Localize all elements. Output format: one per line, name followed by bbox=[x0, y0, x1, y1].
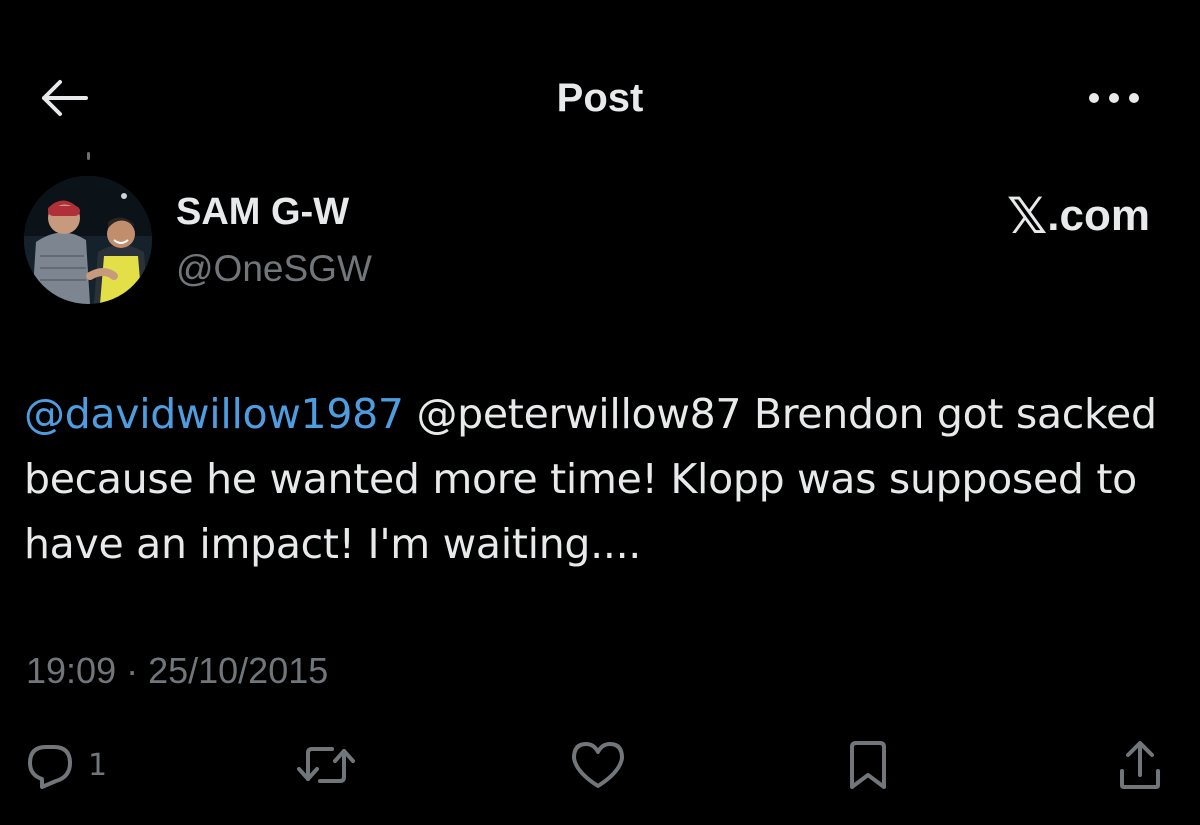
display-name[interactable]: SAM G-W bbox=[176, 188, 349, 236]
repost-button[interactable] bbox=[296, 734, 360, 796]
mention-link[interactable]: @davidwillow1987 bbox=[24, 390, 404, 438]
reply-button[interactable]: 1 bbox=[24, 734, 134, 796]
brand-domain: .com bbox=[1047, 191, 1150, 240]
share-button[interactable] bbox=[1116, 734, 1172, 796]
bookmark-button[interactable] bbox=[846, 734, 898, 796]
mention-text[interactable]: @peterwillow87 bbox=[416, 390, 741, 438]
divider-mark bbox=[87, 152, 90, 160]
more-horizontal-icon bbox=[1089, 93, 1139, 103]
bookmark-icon bbox=[850, 741, 886, 789]
like-icon bbox=[572, 742, 624, 788]
reply-count: 1 bbox=[88, 747, 108, 783]
avatar-photo bbox=[24, 176, 152, 304]
x-brand-mark: 𝕏 bbox=[1007, 187, 1048, 245]
avatar[interactable] bbox=[24, 176, 152, 304]
arrow-left-icon bbox=[42, 80, 88, 116]
share-icon bbox=[1120, 741, 1160, 789]
post-timestamp[interactable]: 19:09 · 25/10/2015 bbox=[26, 648, 328, 694]
post-text: @davidwillow1987 @peterwillow87 Brendon … bbox=[24, 382, 1174, 577]
page-title: Post bbox=[556, 76, 644, 120]
reply-icon bbox=[28, 745, 72, 789]
repost-icon bbox=[297, 747, 355, 783]
x-logo: 𝕏 .com bbox=[930, 190, 1150, 242]
like-button[interactable] bbox=[570, 734, 630, 796]
more-button[interactable] bbox=[1078, 74, 1150, 122]
user-handle[interactable]: @OneSGW bbox=[176, 246, 372, 292]
back-button[interactable] bbox=[36, 74, 92, 122]
